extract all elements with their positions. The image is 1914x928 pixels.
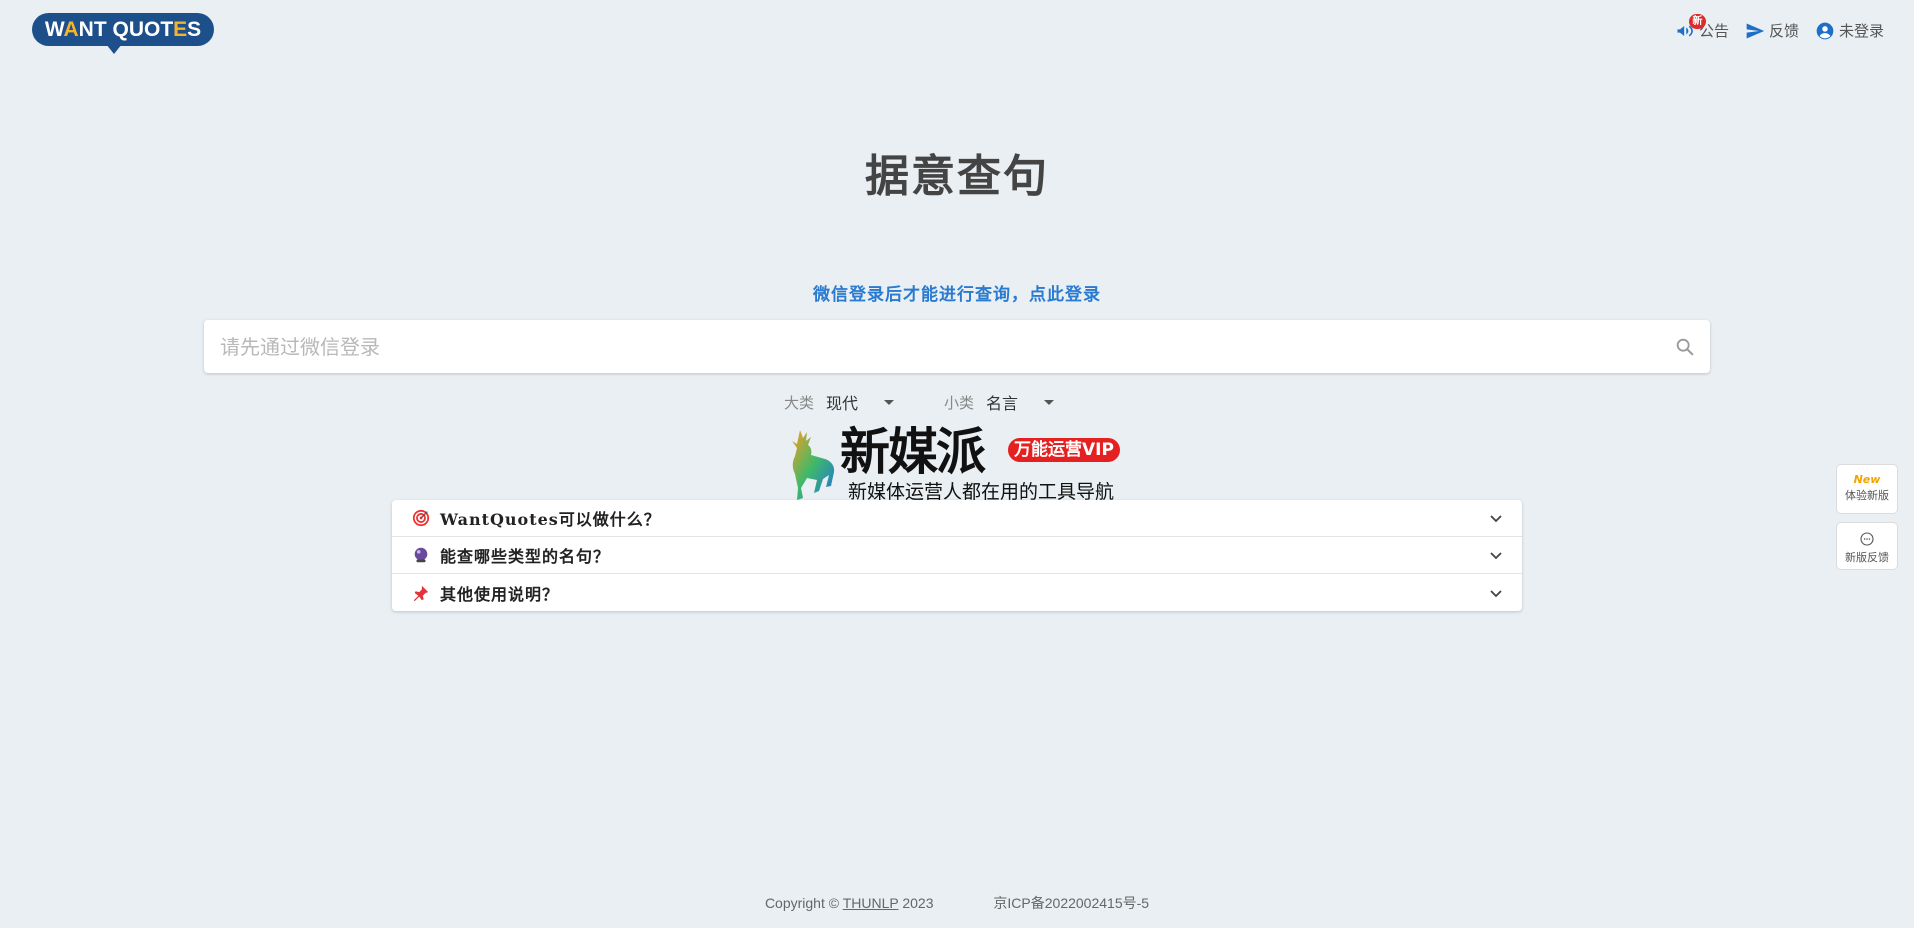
new-tag: New [1853,473,1881,486]
target-icon [412,509,430,527]
filters: 大类 现代 小类 名言 [784,390,1055,414]
ad-title: 新媒派 [840,423,986,481]
filter-category: 大类 现代 [784,390,895,414]
org-link[interactable]: THUNLP [843,895,899,911]
copyright-year: 2023 [902,895,934,911]
subcategory-select[interactable]: 名言 [986,390,1055,414]
filter-subcategory: 小类 名言 [944,390,1055,414]
icp-number[interactable]: 京ICP备2022002415号-5 [993,895,1149,911]
try-new-version-button[interactable]: New 体验新版 [1836,464,1898,514]
logo-pill: WANT QUOTES [32,13,214,46]
page-title: 据意查句 [865,151,1049,202]
nav-label: 未登录 [1838,22,1884,40]
search-icon[interactable] [1674,336,1696,358]
chevron-down-icon [1490,552,1502,560]
caret-down-icon [1044,399,1055,405]
logo-tail [106,44,122,54]
crystal-ball-icon [414,547,428,563]
logo-accent-a: A [63,18,79,41]
faq-item[interactable]: 能查哪些类型的名句？ [392,537,1522,574]
chevron-down-icon [1490,515,1502,523]
faq-item[interactable]: 其他使用说明？ [392,574,1522,611]
logo-text: NT QUOT [78,18,174,41]
nav-announcement[interactable]: 新 公告 [1675,14,1729,41]
caret-down-icon [884,399,895,405]
copyright-prefix: Copyright © [764,895,840,911]
new-badge: 新 [1688,14,1706,29]
pushpin-icon [413,585,429,601]
chat-bubble-icon [1860,532,1874,546]
filter-label: 小类 [944,393,975,412]
faq-question: 能查哪些类型的名句？ [440,547,611,566]
logo-text: S [187,18,202,41]
new-version-feedback-button[interactable]: 新版反馈 [1836,522,1898,570]
nav-label: 反馈 [1768,22,1799,40]
deer-icon [792,430,835,500]
search-box [204,320,1710,373]
logo-accent-e: E [173,18,188,41]
login-hint-link[interactable]: 微信登录后才能进行查询，点此登录 [0,280,1914,305]
feedback-label: 新版反馈 [1845,551,1889,564]
ad-badge: 万能运营VIP [1008,438,1120,462]
footer: Copyright © THUNLP 2023 京ICP备2022002415号… [0,893,1914,913]
category-select[interactable]: 现代 [826,390,895,414]
nav-feedback[interactable]: 反馈 [1745,20,1799,41]
try-new-label: 体验新版 [1845,489,1889,502]
filter-label: 大类 [784,393,815,412]
faq-accordion: WantQuotes可以做什么？ 能查哪些类型的名句？ 其他使用说明？ [392,500,1522,611]
account-icon [1816,22,1834,39]
faq-question: 其他使用说明？ [440,584,560,604]
logo-text: W [44,18,64,41]
faq-question: WantQuotes可以做什么？ [440,510,661,529]
nav-login[interactable]: 未登录 [1815,20,1884,41]
search-input[interactable] [204,320,1674,373]
chevron-down-icon [1490,589,1502,597]
send-icon [1746,23,1765,38]
logo[interactable]: WANT QUOTES [32,13,214,54]
ad-banner[interactable]: 新媒派 万能运营VIP 新媒体运营人都在用的工具导航 [780,424,1134,504]
faq-item[interactable]: WantQuotes可以做什么？ [392,500,1522,537]
select-value: 名言 [986,394,1019,413]
top-nav: 新 公告 反馈 未登录 [1675,14,1884,41]
select-value: 现代 [826,394,859,413]
